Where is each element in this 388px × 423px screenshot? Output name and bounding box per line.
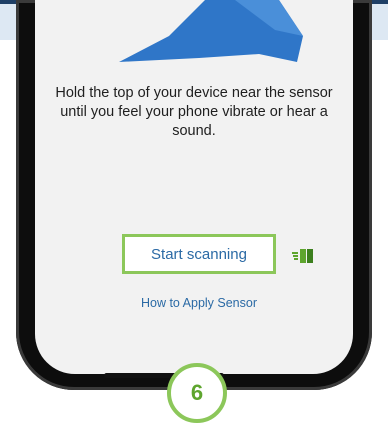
sensor-illustration (35, 0, 353, 68)
how-to-apply-sensor-link[interactable]: How to Apply Sensor (95, 296, 303, 310)
start-scanning-label: Start scanning (151, 245, 247, 263)
step-number-badge: 6 (167, 363, 227, 423)
nfc-sensor-icon (292, 248, 314, 269)
scan-instructions: Hold the top of your device near the sen… (55, 85, 333, 139)
phone-illustration-icon (119, 0, 303, 62)
start-scanning-button[interactable]: Start scanning (122, 234, 276, 274)
app-screen: Hold the top of your device near the sen… (35, 0, 353, 374)
step-number: 6 (190, 380, 204, 405)
